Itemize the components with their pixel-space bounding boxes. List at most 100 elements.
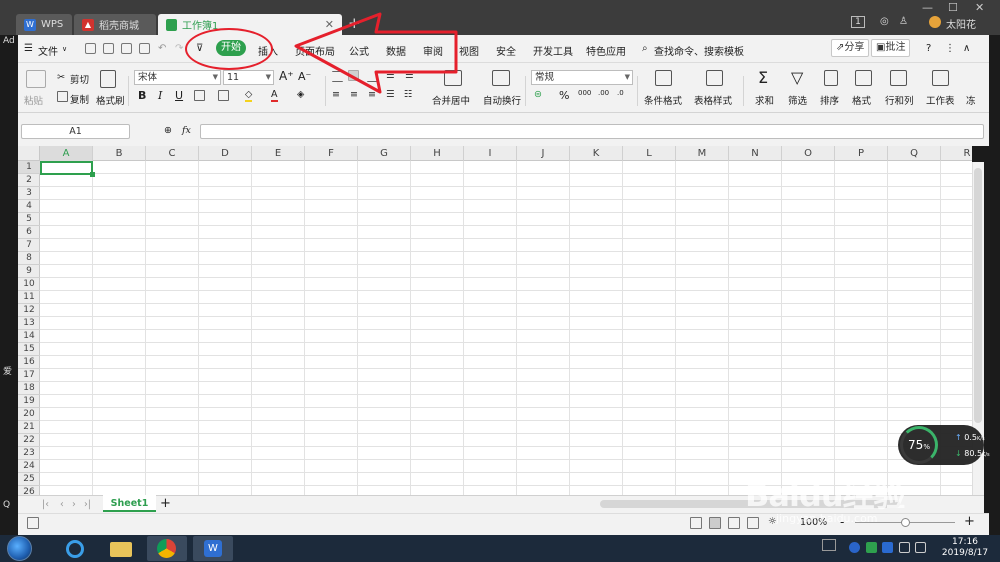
close-window-icon[interactable]: ✕	[975, 1, 984, 14]
undo-icon[interactable]: ↶	[158, 43, 166, 54]
tab-security[interactable]: 安全	[496, 43, 516, 58]
merge-center-button[interactable]: 合并居中	[432, 93, 470, 107]
row-header-22[interactable]: 22	[18, 434, 40, 447]
row-header-15[interactable]: 15	[18, 343, 40, 356]
conditional-format-button[interactable]: 条件格式	[644, 93, 682, 107]
bold-button[interactable]: B	[138, 89, 146, 102]
paste-button[interactable]: 粘贴	[24, 93, 43, 107]
sum-button[interactable]: 求和	[755, 93, 774, 107]
scissors-icon[interactable]: ✂	[57, 72, 65, 83]
taskbar-app-wps[interactable]: W	[193, 536, 233, 561]
start-button[interactable]	[7, 536, 32, 561]
row-header-5[interactable]: 5	[18, 213, 40, 226]
cell-fill-icon[interactable]	[218, 90, 229, 101]
column-header-l[interactable]: L	[623, 146, 676, 161]
vertical-scroll-thumb[interactable]	[974, 168, 982, 423]
fx-button[interactable]: fx	[182, 125, 191, 136]
last-sheet-icon[interactable]: ›|	[84, 499, 91, 510]
print-preview-icon[interactable]	[139, 43, 150, 54]
row-header-21[interactable]: 21	[18, 421, 40, 434]
filter-icon[interactable]: ▽	[791, 68, 803, 87]
shirt-icon[interactable]: ♙	[899, 16, 908, 27]
row-header-11[interactable]: 11	[18, 291, 40, 304]
row-header-10[interactable]: 10	[18, 278, 40, 291]
column-header-d[interactable]: D	[199, 146, 252, 161]
row-header-3[interactable]: 3	[18, 187, 40, 200]
row-column-button[interactable]: 行和列	[885, 93, 914, 107]
user-name[interactable]: 太阳花	[946, 16, 976, 31]
sheet-tab-sheet1[interactable]: Sheet1	[103, 495, 156, 512]
sort-button[interactable]: 排序	[820, 93, 839, 107]
window-count-badge[interactable]: 1	[851, 16, 865, 28]
row-header-16[interactable]: 16	[18, 356, 40, 369]
spreadsheet-grid[interactable]: ABCDEFGHIJKLMNOPQR 1 2 3 4 5 6 7 8 9 10 11 12 13 14 15…	[18, 146, 972, 495]
first-sheet-icon[interactable]: |‹	[42, 499, 49, 510]
copy-button[interactable]: 复制	[70, 92, 89, 106]
column-header-b[interactable]: B	[93, 146, 146, 161]
collapse-ribbon-icon[interactable]: ∧	[963, 43, 970, 54]
row-column-icon[interactable]	[890, 70, 907, 86]
row-header-2[interactable]: 2	[18, 174, 40, 187]
row-header-8[interactable]: 8	[18, 252, 40, 265]
row-header-6[interactable]: 6	[18, 226, 40, 239]
increase-decimal-button[interactable]: .00	[598, 89, 609, 97]
column-header-i[interactable]: I	[464, 146, 517, 161]
column-header-h[interactable]: H	[411, 146, 464, 161]
freeze-button[interactable]: 冻	[966, 93, 976, 107]
maximize-icon[interactable]: ☐	[948, 1, 958, 14]
table-style-icon[interactable]	[706, 70, 723, 86]
format-button[interactable]: 格式	[852, 93, 871, 107]
row-header-20[interactable]: 20	[18, 408, 40, 421]
print-icon[interactable]	[121, 43, 132, 54]
filter-button[interactable]: 筛选	[788, 93, 807, 107]
column-header-n[interactable]: N	[729, 146, 782, 161]
add-sheet-button[interactable]: +	[160, 496, 171, 511]
column-header-o[interactable]: O	[782, 146, 835, 161]
row-header-26[interactable]: 26	[18, 486, 40, 495]
taskbar-clock[interactable]: 17:16 2019/8/17	[940, 537, 990, 559]
row-header-23[interactable]: 23	[18, 447, 40, 460]
search-icon[interactable]: ⌕	[642, 43, 648, 54]
page-break-view-icon[interactable]	[728, 517, 740, 529]
save-icon[interactable]	[85, 43, 96, 54]
border-icon[interactable]	[194, 90, 205, 101]
format-painter-button[interactable]: 格式刷	[96, 93, 125, 107]
taskbar-app-ie[interactable]	[56, 536, 96, 561]
sort-icon[interactable]	[824, 70, 838, 86]
column-header-a[interactable]: A	[40, 146, 93, 161]
reading-view-icon[interactable]	[747, 517, 759, 529]
redo-icon[interactable]: ↷	[175, 43, 183, 54]
font-size-select[interactable]: 11 ▼	[223, 70, 274, 85]
name-box[interactable]: A1	[21, 124, 130, 139]
zoom-in-button[interactable]: +	[964, 514, 975, 529]
row-header-14[interactable]: 14	[18, 330, 40, 343]
hamburger-icon[interactable]: ☰	[24, 43, 33, 54]
row-header-9[interactable]: 9	[18, 265, 40, 278]
column-header-j[interactable]: J	[517, 146, 570, 161]
taskbar-app-explorer[interactable]	[101, 536, 141, 561]
sum-icon[interactable]: Σ	[758, 68, 768, 87]
row-header-4[interactable]: 4	[18, 200, 40, 213]
tab-daoke-store[interactable]: ▲ 稻壳商城	[74, 14, 156, 35]
active-cell[interactable]	[40, 161, 95, 177]
column-header-c[interactable]: C	[146, 146, 199, 161]
row-header-24[interactable]: 24	[18, 460, 40, 473]
taskbar-app-chrome[interactable]	[147, 536, 187, 561]
fullscreen-icon[interactable]	[690, 517, 702, 529]
more-icon[interactable]: ⋮	[945, 43, 955, 54]
row-header-13[interactable]: 13	[18, 317, 40, 330]
help-icon[interactable]: ?	[926, 43, 931, 54]
cloud-icon[interactable]	[103, 43, 114, 54]
worksheet-icon[interactable]	[932, 70, 949, 86]
thousands-button[interactable]: 000	[578, 89, 591, 97]
tab-wps[interactable]: W WPS	[16, 14, 72, 35]
underline-button[interactable]: U	[175, 89, 183, 102]
tray-help-icon[interactable]	[849, 542, 860, 553]
worksheet-button[interactable]: 工作表	[926, 93, 955, 107]
comment-button[interactable]: ▣批注	[871, 39, 911, 57]
cell-area[interactable]	[40, 161, 972, 495]
cut-button[interactable]: 剪切	[70, 72, 89, 86]
tray-volume-icon[interactable]	[915, 542, 926, 553]
table-style-button[interactable]: 表格样式	[694, 93, 732, 107]
tray-shield-icon[interactable]	[882, 542, 893, 553]
